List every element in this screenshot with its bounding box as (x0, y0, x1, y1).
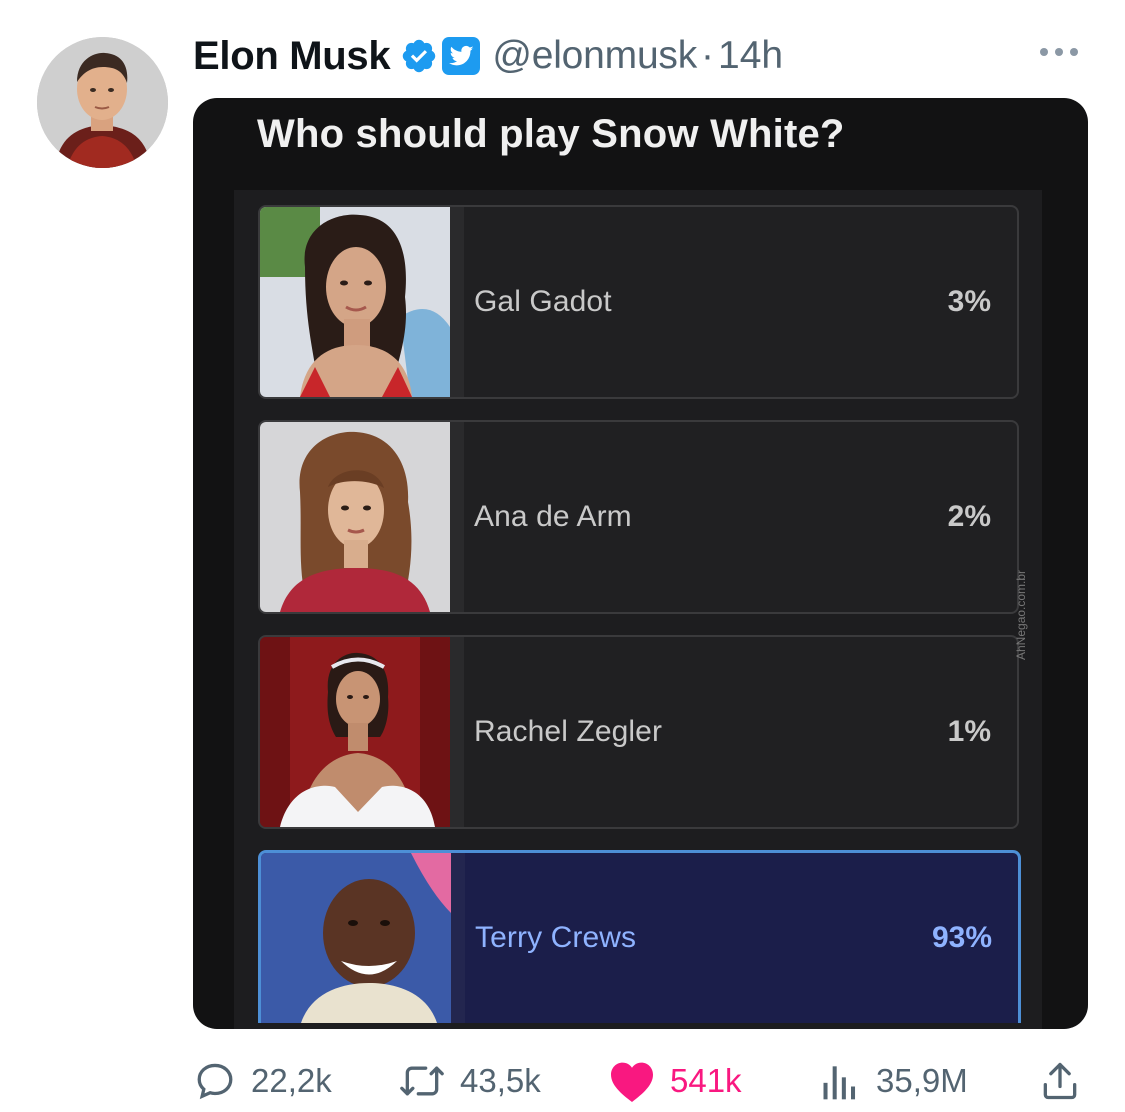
tweet-media-image[interactable]: Who should play Snow White? Gal Gadot 3%… (193, 98, 1088, 1029)
author-avatar[interactable] (37, 37, 168, 168)
tweet-header: Elon Musk @elonmusk · 14h (193, 28, 783, 84)
option-name: Ana de Arm (474, 500, 632, 533)
views-count: 35,9M (876, 1062, 968, 1099)
option-name: Terry Crews (475, 921, 637, 954)
heart-icon (611, 1062, 653, 1102)
poll-title: Who should play Snow White? (257, 112, 845, 156)
option-name: Rachel Zegler (474, 715, 663, 748)
poll-option-gal-gadot: Gal Gadot 3% (258, 205, 1019, 399)
like-button[interactable]: 541k (608, 1058, 742, 1104)
option-photo-ana-de-arm (260, 422, 450, 612)
tweet-timestamp[interactable]: 14h (718, 34, 783, 78)
poll-option-terry-crews: Terry Crews 93% (258, 850, 1021, 1023)
option-photo-gal-gadot (260, 207, 450, 397)
author-display-name[interactable]: Elon Musk (193, 34, 391, 79)
retweet-icon (400, 1066, 444, 1096)
poll-panel: Gal Gadot 3% Ana de Arm 2% Rachel Zegler… (234, 190, 1042, 1029)
reply-icon (197, 1063, 233, 1100)
share-icon (1043, 1062, 1077, 1100)
reply-count: 22,2k (251, 1062, 332, 1099)
views-button[interactable]: 35,9M (818, 1058, 968, 1104)
share-button[interactable] (1038, 1058, 1082, 1104)
retweet-button[interactable]: 43,5k (398, 1058, 541, 1104)
option-percent: 1% (947, 715, 991, 748)
poll-option-ana-de-arm: Ana de Arm 2% (258, 420, 1019, 614)
option-photo-terry-crews (261, 853, 451, 1023)
views-chart-icon (823, 1066, 856, 1100)
watermark-text: AhNegao.com.br (1014, 569, 1028, 660)
option-percent: 93% (931, 921, 992, 954)
option-photo-rachel-zegler (260, 637, 450, 827)
option-percent: 2% (947, 500, 991, 533)
like-count: 541k (670, 1062, 742, 1099)
more-options-icon[interactable] (1040, 48, 1078, 56)
verified-badge-icon (400, 37, 438, 75)
author-handle[interactable]: @elonmusk (492, 34, 697, 78)
twitter-bird-icon (442, 37, 481, 75)
option-name: Gal Gadot (474, 285, 612, 318)
reply-button[interactable]: 22,2k (193, 1058, 332, 1104)
tweet-actions-bar: 22,2k 43,5k 541k 35,9M (193, 1058, 1088, 1104)
poll-option-rachel-zegler: Rachel Zegler 1% (258, 635, 1019, 829)
header-separator: · (701, 34, 715, 77)
retweet-count: 43,5k (460, 1062, 541, 1099)
option-percent: 3% (947, 285, 991, 318)
